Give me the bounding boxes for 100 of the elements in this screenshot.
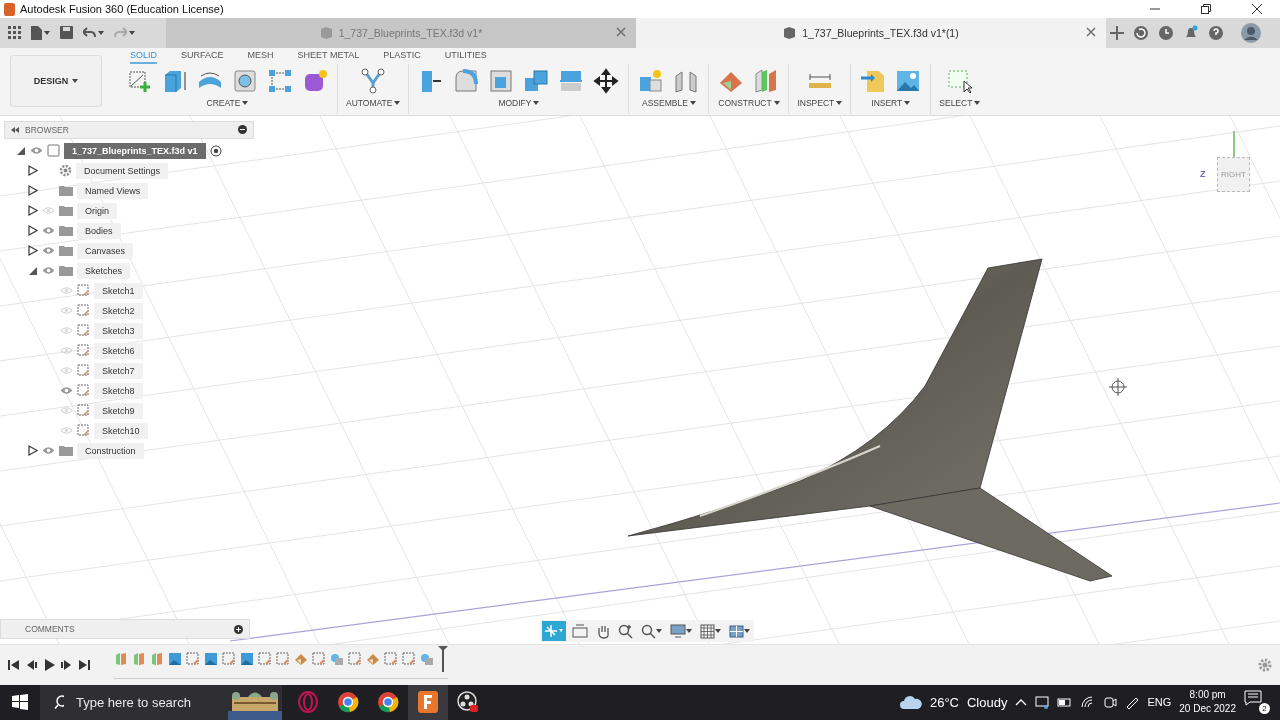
eye-icon[interactable] bbox=[30, 146, 43, 156]
ribbon-group-menu[interactable]: CONSTRUCT bbox=[718, 97, 780, 108]
form-icon[interactable] bbox=[302, 67, 328, 94]
language-indicator[interactable]: ENG bbox=[1147, 696, 1172, 709]
save-button[interactable] bbox=[58, 24, 75, 42]
expanded-triangle-icon[interactable] bbox=[28, 265, 38, 277]
camera-icon[interactable] bbox=[1103, 696, 1118, 709]
avatar-icon[interactable] bbox=[1241, 22, 1261, 43]
ribbon-group-menu[interactable]: ASSEMBLE bbox=[642, 97, 696, 108]
collapsed-triangle-icon[interactable] bbox=[28, 205, 38, 217]
chevron-up-icon[interactable] bbox=[1015, 698, 1028, 707]
file-button[interactable] bbox=[29, 23, 52, 42]
help-icon[interactable] bbox=[1208, 24, 1224, 41]
eye-icon[interactable] bbox=[60, 386, 73, 396]
body-feature-icon[interactable] bbox=[132, 651, 146, 666]
eye-icon[interactable] bbox=[42, 246, 55, 256]
plane-feature-icon[interactable] bbox=[366, 651, 380, 666]
refresh-icon[interactable] bbox=[1133, 24, 1149, 41]
tree-item[interactable]: Document Settings bbox=[76, 162, 169, 179]
play-icon[interactable] bbox=[42, 659, 56, 672]
tree-item[interactable]: Sketch10 bbox=[94, 422, 148, 439]
new-tab-icon[interactable] bbox=[1110, 25, 1124, 40]
apps-grid-button[interactable] bbox=[6, 24, 23, 42]
ribbon-group-menu[interactable]: MODIFY bbox=[498, 97, 540, 108]
hole-icon[interactable] bbox=[232, 67, 258, 94]
component-icon[interactable] bbox=[638, 67, 665, 94]
pen-icon[interactable] bbox=[1125, 695, 1140, 710]
skip-to-start-icon[interactable] bbox=[8, 659, 20, 672]
tree-item[interactable]: Construction bbox=[77, 442, 144, 459]
settings-icon[interactable] bbox=[1258, 658, 1272, 673]
tree-item[interactable]: Sketch3 bbox=[94, 322, 143, 339]
tree-item[interactable]: Sketch2 bbox=[94, 302, 143, 319]
search-input[interactable]: Type here to search bbox=[74, 694, 228, 711]
tree-item[interactable]: Sketch7 bbox=[94, 362, 143, 379]
ribbon-tab[interactable]: PLASTIC bbox=[383, 49, 421, 64]
shell-icon[interactable] bbox=[488, 67, 515, 94]
workspace-dropdown[interactable]: DESIGN bbox=[10, 54, 102, 107]
orbit-button[interactable] bbox=[542, 621, 566, 642]
close-tab-icon[interactable] bbox=[1086, 27, 1098, 39]
close-icon[interactable] bbox=[1252, 4, 1262, 14]
combine-icon[interactable] bbox=[523, 67, 550, 94]
tree-item[interactable]: Named Views bbox=[77, 182, 149, 199]
temperature-text[interactable]: 26°C bbox=[929, 695, 959, 710]
select-icon[interactable] bbox=[946, 67, 973, 94]
automate-icon[interactable] bbox=[360, 67, 387, 94]
tree-item[interactable]: Sketch8 bbox=[94, 382, 143, 399]
tree-item[interactable]: Sketches bbox=[77, 262, 131, 279]
minus-icon[interactable] bbox=[238, 125, 247, 135]
sketch-feature-icon[interactable] bbox=[402, 651, 416, 666]
fillet-icon[interactable] bbox=[453, 67, 480, 94]
eye-icon[interactable] bbox=[42, 446, 55, 456]
ribbon-group-menu[interactable]: INSERT bbox=[871, 97, 911, 108]
ribbon-tab[interactable]: SHEET METAL bbox=[297, 49, 360, 64]
sketch-feature-icon[interactable] bbox=[312, 651, 326, 666]
ribbon-group-menu[interactable]: SELECT bbox=[939, 97, 981, 108]
body-feature-icon[interactable] bbox=[150, 651, 164, 666]
clock[interactable]: 8:00 pm 20 Dec 2022 bbox=[1179, 688, 1236, 717]
ribbon-tab[interactable]: UTILITIES bbox=[444, 49, 487, 64]
ribbon-group-menu[interactable]: AUTOMATE bbox=[346, 97, 401, 108]
ribbon-group-menu[interactable]: INSPECT bbox=[797, 97, 843, 108]
search-field[interactable]: Type here to search bbox=[40, 685, 228, 720]
collapse-icon[interactable] bbox=[11, 126, 19, 133]
battery-icon[interactable] bbox=[1057, 697, 1074, 708]
tree-item[interactable]: Sketch1 bbox=[94, 282, 143, 299]
fusion-app-icon[interactable] bbox=[408, 685, 448, 720]
expanded-triangle-icon[interactable] bbox=[16, 145, 26, 157]
timeline-marker-icon[interactable] bbox=[438, 645, 448, 672]
skip-to-end-icon[interactable] bbox=[78, 659, 90, 672]
body-feature-icon[interactable] bbox=[114, 651, 128, 666]
sketch-feature-icon[interactable] bbox=[258, 651, 272, 666]
sketch-feature-icon[interactable] bbox=[186, 651, 200, 666]
ribbon-tab[interactable]: SURFACE bbox=[181, 49, 224, 64]
sketch-feature-icon[interactable] bbox=[222, 651, 236, 666]
tree-item[interactable]: 1_737_Blueprints_TEX.f3d v1 bbox=[64, 142, 206, 159]
plane-feature-icon[interactable] bbox=[294, 651, 308, 666]
eye-icon[interactable] bbox=[42, 226, 55, 236]
tree-item[interactable]: Sketch9 bbox=[94, 402, 143, 419]
collapsed-triangle-icon[interactable] bbox=[28, 165, 38, 177]
clock-icon[interactable] bbox=[1158, 24, 1174, 41]
add-comment-icon[interactable] bbox=[234, 624, 243, 634]
ribbon-tab[interactable]: MESH bbox=[247, 49, 274, 64]
windows-start-icon[interactable] bbox=[12, 694, 28, 711]
monitor-icon[interactable] bbox=[1035, 696, 1050, 709]
activate-radio-icon[interactable] bbox=[209, 144, 222, 157]
pattern-icon[interactable] bbox=[267, 67, 293, 94]
tree-item[interactable]: Origin bbox=[77, 202, 117, 219]
ribbon-group-menu[interactable]: CREATE bbox=[206, 97, 249, 108]
weather-text[interactable]: Cloudy bbox=[966, 695, 1008, 710]
notifications-button[interactable]: 2 bbox=[1244, 690, 1270, 715]
eye-icon[interactable] bbox=[42, 266, 55, 276]
collapsed-triangle-icon[interactable] bbox=[28, 445, 38, 457]
collapsed-triangle-icon[interactable] bbox=[28, 185, 38, 197]
close-tab-icon[interactable] bbox=[616, 27, 628, 39]
canvas-feature-icon[interactable] bbox=[168, 651, 182, 666]
canvas-feature-icon[interactable] bbox=[204, 651, 218, 666]
move-icon[interactable] bbox=[593, 67, 620, 94]
collapsed-triangle-icon[interactable] bbox=[28, 245, 38, 257]
sketch-feature-icon[interactable] bbox=[384, 651, 398, 666]
tree-item[interactable]: Sketch6 bbox=[94, 342, 143, 359]
collapsed-triangle-icon[interactable] bbox=[28, 225, 38, 237]
